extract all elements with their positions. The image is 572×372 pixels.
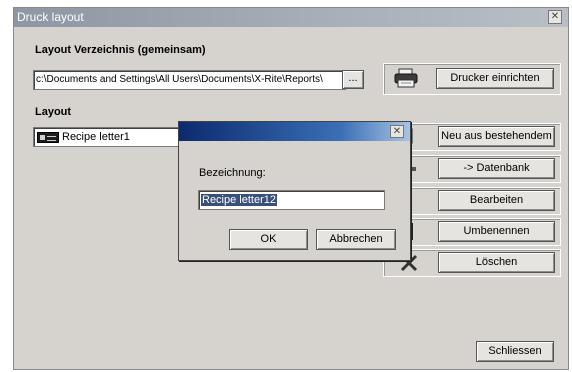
layout-label: Layout xyxy=(35,106,72,118)
rename-button[interactable]: Umbenennen xyxy=(438,221,555,242)
window-close-button[interactable]: ✕ xyxy=(548,10,562,24)
rename-dialog: ✕ Bezeichnung: Recipe letter12 OK Abbrec… xyxy=(178,121,411,261)
druck-layout-window: Druck layout ✕ Layout Verzeichnis (gemei… xyxy=(13,7,569,370)
layout-list-item[interactable]: Recipe letter1 xyxy=(62,128,130,146)
window-title: Druck layout xyxy=(17,10,84,24)
window-titlebar[interactable]: Druck layout ✕ xyxy=(14,8,568,27)
to-database-button[interactable]: -> Datenbank xyxy=(438,158,555,179)
browse-button[interactable]: ... xyxy=(342,70,364,89)
edit-button[interactable]: Bearbeiten xyxy=(438,190,555,211)
layout-directory-label: Layout Verzeichnis (gemeinsam) xyxy=(35,44,206,56)
designation-input-value: Recipe letter12 xyxy=(201,194,277,206)
close-window-button[interactable]: Schliessen xyxy=(476,341,554,362)
printer-setup-button[interactable]: Drucker einrichten xyxy=(436,68,554,89)
layout-item-icon xyxy=(37,132,59,143)
ok-button[interactable]: OK xyxy=(229,229,308,250)
layout-directory-field[interactable]: c:\Documents and Settings\All Users\Docu… xyxy=(33,70,346,90)
printer-icon xyxy=(394,67,418,89)
designation-label: Bezeichnung: xyxy=(199,167,266,179)
new-from-existing-button[interactable]: Neu aus bestehendem xyxy=(438,126,555,147)
designation-input[interactable]: Recipe letter12 xyxy=(198,190,385,210)
cancel-button[interactable]: Abbrechen xyxy=(316,229,396,250)
dialog-titlebar[interactable]: ✕ xyxy=(179,122,410,141)
delete-button[interactable]: Löschen xyxy=(438,252,555,273)
dialog-close-button[interactable]: ✕ xyxy=(390,125,404,138)
